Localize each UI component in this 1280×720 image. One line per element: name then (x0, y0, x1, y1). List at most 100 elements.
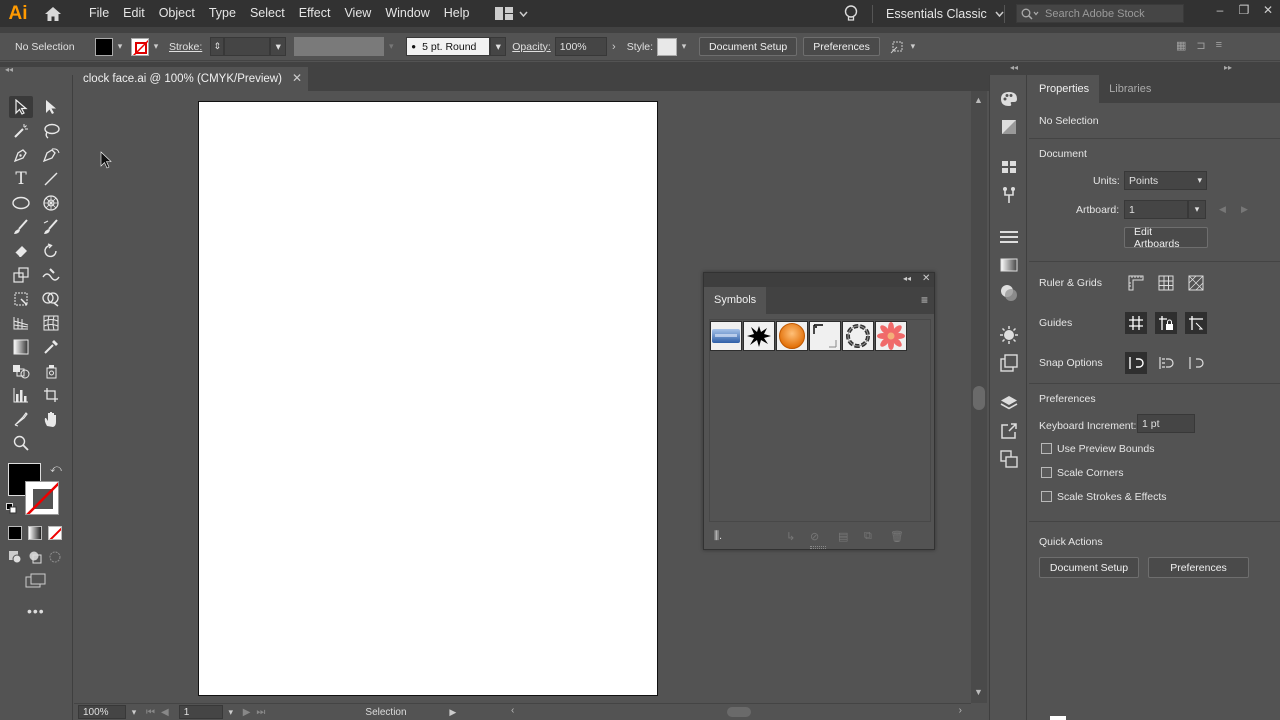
collapse-icon[interactable]: ◂◂ (5, 65, 13, 74)
eyedropper-tool-icon[interactable] (39, 336, 63, 358)
smart-guides-icon[interactable] (1185, 312, 1207, 334)
break-link-icon[interactable]: ⊘ (810, 530, 819, 543)
ellipse-tool-icon[interactable] (9, 192, 33, 214)
panel-header[interactable]: ◂◂ ✕ (704, 273, 934, 287)
resize-grip-icon[interactable] (810, 546, 826, 549)
minimize-icon[interactable]: – (1208, 0, 1232, 20)
preferences-button[interactable]: Preferences (803, 37, 880, 56)
snap-to-point-icon[interactable] (1125, 352, 1147, 374)
use-preview-bounds-checkbox[interactable] (1041, 443, 1052, 454)
artboard-tool-icon[interactable] (39, 384, 63, 406)
status-menu-icon[interactable]: ▶ (449, 707, 456, 718)
artboard-input[interactable]: 1 (1124, 200, 1188, 219)
zoom-input[interactable]: 100% (78, 705, 126, 719)
expand-icon[interactable]: ◂◂ (1010, 63, 1018, 72)
align-icon[interactable]: ▦ (1176, 39, 1186, 52)
warp-tool-icon[interactable] (39, 264, 63, 286)
snap-to-pixel-icon[interactable] (1185, 352, 1207, 374)
perspective-grid-tool-icon[interactable] (9, 312, 33, 334)
opacity-input[interactable]: 100% (554, 37, 607, 56)
layers-icon[interactable] (999, 393, 1019, 413)
hand-tool-icon[interactable] (39, 408, 63, 430)
menu-type[interactable]: Type (202, 0, 243, 27)
h-scroll-thumb[interactable] (727, 707, 751, 717)
rotate-tool-icon[interactable] (39, 240, 63, 262)
zoom-tool-icon[interactable] (9, 432, 33, 454)
stroke-swatch[interactable] (131, 37, 149, 56)
place-symbol-icon[interactable]: ↳ (786, 530, 795, 543)
chevron-down-icon[interactable]: ▾ (223, 707, 239, 718)
color-mode-icon[interactable] (8, 526, 22, 540)
gradient-mode-icon[interactable] (28, 526, 42, 540)
artboard-nav-input[interactable]: 1 (178, 705, 223, 719)
chevron-down-icon[interactable]: ▾ (384, 38, 398, 56)
qa-preferences-button[interactable]: Preferences (1148, 557, 1249, 578)
search-stock-input[interactable]: Search Adobe Stock (1016, 4, 1184, 23)
restore-icon[interactable]: ❐ (1232, 0, 1256, 20)
arrange-documents-button[interactable] (494, 7, 528, 20)
chevron-left-icon[interactable]: ‹ (511, 705, 514, 716)
mesh-tool-icon[interactable] (39, 312, 63, 334)
new-symbol-icon[interactable]: ⧉ (864, 530, 872, 543)
graphic-style-swatch[interactable] (657, 37, 678, 56)
symbol-libraries-icon[interactable]: ⫼. (714, 530, 722, 543)
lasso-tool-icon[interactable] (39, 120, 63, 142)
blend-tool-icon[interactable] (9, 360, 33, 382)
artboards-icon[interactable] (999, 449, 1019, 469)
shape-builder-tool-icon[interactable] (39, 288, 63, 310)
draw-behind-icon[interactable] (28, 550, 42, 564)
units-dropdown[interactable]: Points ▾ (1124, 171, 1207, 190)
free-transform-tool-icon[interactable] (9, 288, 33, 310)
chevron-right-icon[interactable]: › (959, 705, 962, 716)
stroke-label[interactable]: Stroke: (169, 41, 202, 53)
tab-libraries[interactable]: Libraries (1099, 75, 1161, 103)
transparency-icon[interactable] (999, 283, 1019, 303)
symbol-splat-icon[interactable] (743, 321, 775, 351)
menu-object[interactable]: Object (152, 0, 202, 27)
symbol-corner-frame-icon[interactable] (809, 321, 841, 351)
swatches-icon[interactable] (999, 157, 1019, 177)
ruler-icon[interactable] (1125, 272, 1147, 294)
collapse-icon[interactable]: ◂◂ (903, 274, 911, 283)
tab-symbols[interactable]: Symbols (704, 287, 767, 314)
chevron-up-icon[interactable]: ▲ (974, 95, 983, 105)
tab-properties[interactable]: Properties (1029, 75, 1100, 103)
stroke-weight-input[interactable] (224, 37, 271, 56)
opacity-label[interactable]: Opacity: (512, 41, 551, 53)
workspace-switcher[interactable]: Essentials Classic (886, 0, 1004, 27)
flare-tool-icon[interactable] (39, 192, 63, 214)
blob-brush-tool-icon[interactable] (39, 216, 63, 238)
menu-help[interactable]: Help (437, 0, 477, 27)
pen-tool-icon[interactable] (9, 144, 33, 166)
more-tools-icon[interactable]: ••• (27, 603, 45, 619)
collapse-icon[interactable]: ▸▸ (1224, 63, 1232, 72)
line-segment-tool-icon[interactable] (39, 168, 63, 190)
draw-inside-icon[interactable] (48, 550, 62, 564)
appearance-icon[interactable] (999, 325, 1019, 345)
transform-icon[interactable] (890, 39, 906, 55)
qa-document-setup-button[interactable]: Document Setup (1039, 557, 1139, 578)
close-icon[interactable]: ✕ (1256, 0, 1280, 20)
show-guides-icon[interactable] (1125, 312, 1147, 334)
stroke-stepper[interactable]: ⇕ (210, 37, 225, 56)
fill-swatch[interactable] (95, 37, 113, 56)
snap-to-grid-icon[interactable] (1155, 352, 1177, 374)
variable-width-profile[interactable] (294, 37, 385, 56)
keyboard-increment-input[interactable]: 1 pt (1137, 414, 1195, 433)
curvature-tool-icon[interactable] (39, 144, 63, 166)
slice-tool-icon[interactable] (9, 408, 33, 430)
brush-dropdown[interactable]: ▾ (490, 37, 507, 56)
panel-menu-icon[interactable]: ≡ (921, 293, 928, 307)
scroll-thumb[interactable] (973, 386, 985, 410)
menu-select[interactable]: Select (243, 0, 292, 27)
next-last-artboard-icon[interactable]: ▶⏭ (243, 707, 272, 718)
next-artboard-icon[interactable]: ▶ (1241, 204, 1248, 215)
symbol-sprayer-tool-icon[interactable] (39, 360, 63, 382)
chevron-down-icon[interactable]: ▾ (906, 38, 920, 56)
edit-artboards-button[interactable]: Edit Artboards (1124, 226, 1208, 250)
symbol-orange-button-icon[interactable] (776, 321, 808, 351)
export-icon[interactable] (999, 421, 1019, 441)
vertical-scrollbar[interactable]: ▲ ▼ (971, 91, 987, 703)
lightbulb-icon[interactable] (844, 5, 858, 26)
chevron-right-icon[interactable]: › (607, 38, 621, 56)
